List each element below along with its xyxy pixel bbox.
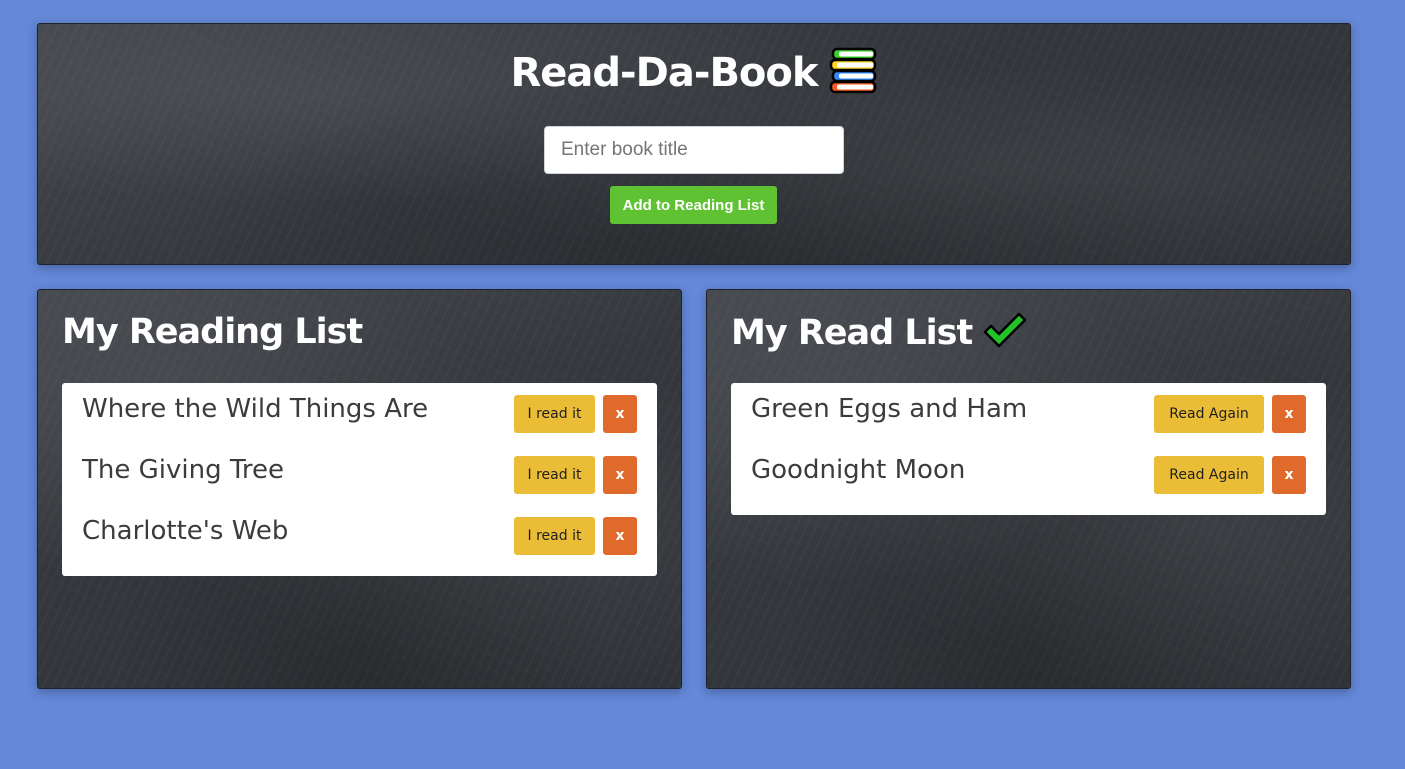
- remove-book-button[interactable]: x: [603, 456, 637, 494]
- list-item: Charlotte's Web I read it x: [62, 510, 657, 571]
- read-list-heading: My Read List: [731, 312, 1028, 359]
- list-item: Green Eggs and Ham Read Again x: [731, 388, 1326, 449]
- book-title: Green Eggs and Ham: [751, 394, 1028, 424]
- read-again-button[interactable]: Read Again: [1154, 456, 1264, 494]
- app-title-row: Read-Da-Book: [38, 46, 1350, 104]
- remove-book-button[interactable]: x: [603, 395, 637, 433]
- mark-read-button[interactable]: I read it: [514, 456, 595, 494]
- mark-read-button[interactable]: I read it: [514, 517, 595, 555]
- mark-read-button[interactable]: I read it: [514, 395, 595, 433]
- remove-book-button[interactable]: x: [1272, 395, 1306, 433]
- app-title: Read-Da-Book: [510, 50, 818, 96]
- reading-list-heading: My Reading List: [62, 312, 363, 352]
- book-title: The Giving Tree: [82, 455, 285, 485]
- read-again-button[interactable]: Read Again: [1154, 395, 1264, 433]
- book-title-input[interactable]: [544, 126, 844, 174]
- remove-book-button[interactable]: x: [603, 517, 637, 555]
- books-stack-icon: [828, 46, 878, 104]
- book-title: Where the Wild Things Are: [82, 394, 429, 424]
- header-panel: Read-Da-Book Add to Reading List: [37, 23, 1351, 265]
- list-item: Goodnight Moon Read Again x: [731, 449, 1326, 510]
- read-list: Green Eggs and Ham Read Again x Goodnigh…: [731, 383, 1326, 515]
- checkmark-icon: [982, 312, 1028, 359]
- read-list-heading-text: My Read List: [731, 313, 973, 353]
- reading-list: Where the Wild Things Are I read it x Th…: [62, 383, 657, 576]
- book-title: Goodnight Moon: [751, 455, 966, 485]
- reading-list-panel: My Reading List Where the Wild Things Ar…: [37, 289, 682, 689]
- book-title: Charlotte's Web: [82, 516, 289, 546]
- list-item: Where the Wild Things Are I read it x: [62, 388, 657, 449]
- read-list-panel: My Read List Green Eggs and Ham Read Aga…: [706, 289, 1351, 689]
- remove-book-button[interactable]: x: [1272, 456, 1306, 494]
- reading-list-heading-text: My Reading List: [62, 312, 363, 352]
- add-to-reading-list-button[interactable]: Add to Reading List: [610, 186, 777, 224]
- list-item: The Giving Tree I read it x: [62, 449, 657, 510]
